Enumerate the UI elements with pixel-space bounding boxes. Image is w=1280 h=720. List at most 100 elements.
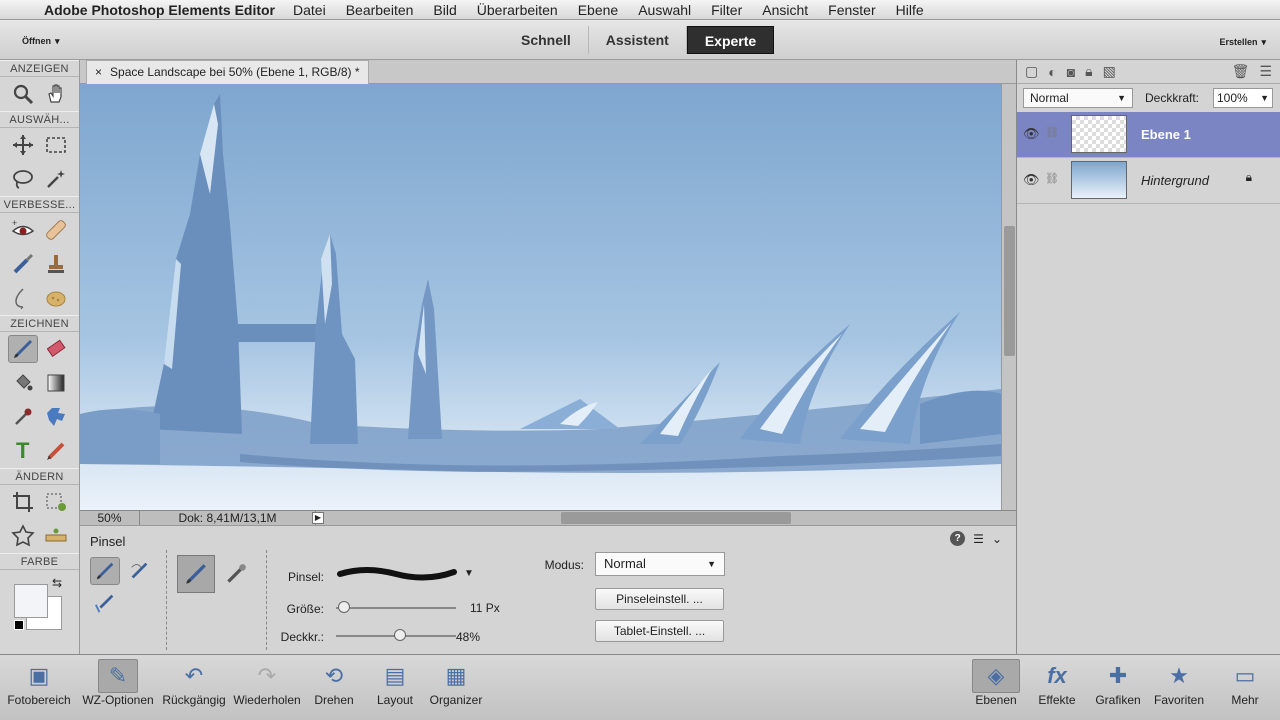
layout-button[interactable]: ▤ Layout — [368, 659, 422, 707]
app-name-menu[interactable]: Adobe Photoshop Elements Editor — [44, 2, 275, 18]
undo-icon: ↶ — [184, 663, 204, 688]
menu-bearbeiten[interactable]: Bearbeiten — [346, 2, 414, 18]
vertical-scrollbar[interactable] — [1001, 84, 1016, 510]
close-icon[interactable]: × — [95, 65, 102, 79]
eyedropper-icon[interactable] — [8, 403, 38, 431]
layer-row-ebene-1[interactable]: 👁︎ ⛓︎ Ebene 1 — [1017, 112, 1280, 158]
play-arrow-icon[interactable]: ▶ — [312, 512, 324, 524]
text-tool-icon[interactable]: T — [8, 437, 38, 465]
color-replacement-icon[interactable] — [90, 589, 120, 617]
tablet-settings-button[interactable]: Tablet-Einstell. ... — [595, 620, 724, 642]
mode-experte[interactable]: Experte — [686, 26, 775, 54]
straighten-tool-icon[interactable] — [41, 522, 71, 550]
section-anzeigen: ANZEIGEN — [0, 60, 79, 77]
eye-icon[interactable]: 👁︎ — [1023, 126, 1040, 142]
open-button[interactable]: Öffnen ▾ — [18, 31, 60, 47]
brush-subtool-icon[interactable] — [90, 557, 120, 585]
redo-button[interactable]: ↷ Wiederholen — [230, 659, 304, 707]
airbrush-on-icon[interactable] — [217, 555, 255, 593]
undo-button[interactable]: ↶ Rückgängig — [158, 659, 230, 707]
brush-preset-preview[interactable] — [336, 564, 458, 584]
layers-button[interactable]: ◈ Ebenen — [972, 659, 1020, 707]
menu-ebene[interactable]: Ebene — [578, 2, 618, 18]
impressionist-brush-icon[interactable] — [124, 557, 154, 585]
menu-datei[interactable]: Datei — [293, 2, 326, 18]
chevron-down-icon: ▼ — [1117, 93, 1126, 103]
section-zeichnen: ZEICHNEN — [0, 315, 79, 332]
graphics-button[interactable]: ✚ Grafiken — [1090, 659, 1146, 707]
new-layer-icon[interactable]: ▢ — [1025, 63, 1038, 80]
swap-colors-icon[interactable]: ⇆ — [52, 576, 62, 590]
menu-hilfe[interactable]: Hilfe — [896, 2, 924, 18]
link-icon[interactable]: ⛓︎ — [1045, 126, 1059, 139]
lock-transparent-icon[interactable]: ▧ — [1103, 63, 1116, 80]
panel-menu-icon[interactable]: ☰ — [1259, 63, 1272, 80]
menu-ueberarbeiten[interactable]: Überarbeiten — [477, 2, 558, 18]
recompose-tool-icon[interactable] — [41, 488, 71, 516]
horizontal-scroll-thumb[interactable] — [561, 512, 791, 524]
fx-icon: fx — [1047, 663, 1067, 688]
tool-options-button[interactable]: ✎ WZ-Optionen — [78, 659, 158, 707]
airbrush-off-icon[interactable] — [177, 555, 215, 593]
foreground-color-swatch[interactable] — [14, 584, 48, 618]
image-canvas[interactable] — [80, 84, 1001, 510]
size-slider[interactable] — [336, 607, 456, 609]
mode-assistent[interactable]: Assistent — [589, 26, 687, 54]
smart-brush-icon[interactable] — [8, 250, 38, 278]
layer-row-hintergrund[interactable]: 👁︎ ⛓︎ Hintergrund 🔒︎ — [1017, 158, 1280, 204]
menu-fenster[interactable]: Fenster — [828, 2, 875, 18]
collapse-icon[interactable]: ⌄ — [992, 532, 1002, 546]
panel-menu-icon[interactable]: ☰ — [973, 532, 984, 546]
paint-bucket-icon[interactable] — [8, 369, 38, 397]
menu-bild[interactable]: Bild — [433, 2, 456, 18]
brush-settings-button[interactable]: Pinseleinstell. ... — [595, 588, 724, 610]
link-icon[interactable]: ⛓︎ — [1045, 172, 1059, 185]
crop-tool-icon[interactable] — [8, 488, 38, 516]
blur-tool-icon[interactable] — [8, 284, 38, 312]
gradient-tool-icon[interactable] — [41, 369, 71, 397]
help-icon[interactable]: ? — [950, 531, 966, 546]
brush-tool-icon[interactable] — [7, 335, 38, 363]
healing-brush-icon[interactable] — [41, 216, 71, 244]
lasso-tool-icon[interactable] — [8, 165, 38, 193]
favorites-button[interactable]: ★ Favoriten — [1148, 659, 1210, 707]
pencil-tool-icon[interactable] — [41, 437, 71, 465]
layer-mask-icon[interactable]: ◙ — [1067, 64, 1075, 80]
chevron-down-icon[interactable]: ▼ — [464, 568, 474, 579]
trash-icon[interactable]: 🗑︎ — [1232, 63, 1250, 80]
eraser-tool-icon[interactable] — [41, 335, 71, 363]
default-colors-icon[interactable] — [14, 620, 24, 630]
size-slider-knob[interactable] — [338, 601, 351, 613]
zoom-tool-icon[interactable] — [8, 80, 38, 108]
document-tab[interactable]: × Space Landscape bei 50% (Ebene 1, RGB/8… — [86, 60, 369, 84]
adjustment-layer-icon[interactable]: ◐ — [1048, 64, 1056, 80]
custom-shape-icon[interactable] — [41, 403, 71, 431]
blend-mode-select[interactable]: Normal ▼ — [595, 552, 725, 576]
create-button[interactable]: Erstellen ▾ — [1215, 32, 1266, 48]
rotate-button[interactable]: ⟲ Drehen — [306, 659, 362, 707]
more-button[interactable]: ▭ Mehr — [1220, 659, 1270, 707]
photo-bin-button[interactable]: ▣ Fotobereich — [4, 659, 74, 707]
move-tool-icon[interactable] — [8, 131, 38, 159]
red-eye-tool-icon[interactable]: + — [8, 216, 38, 244]
magic-wand-tool-icon[interactable] — [41, 165, 71, 193]
divider — [266, 550, 267, 650]
mode-schnell[interactable]: Schnell — [504, 26, 589, 54]
effects-button[interactable]: fx Effekte — [1032, 659, 1082, 707]
eye-icon[interactable]: 👁︎ — [1023, 172, 1040, 188]
menu-auswahl[interactable]: Auswahl — [638, 2, 691, 18]
opacity-slider-knob[interactable] — [393, 629, 406, 641]
layer-opacity-field[interactable]: 100% ▼ — [1213, 88, 1273, 108]
cookie-cutter-icon[interactable] — [8, 522, 38, 550]
clone-stamp-icon[interactable] — [41, 250, 71, 278]
hand-tool-icon[interactable] — [41, 80, 71, 108]
marquee-tool-icon[interactable] — [41, 131, 71, 159]
zoom-level[interactable]: 50% — [80, 511, 140, 525]
layer-blend-select[interactable]: Normal ▼ — [1023, 88, 1133, 108]
organizer-button[interactable]: ▦ Organizer — [424, 659, 488, 707]
menu-ansicht[interactable]: Ansicht — [762, 2, 808, 18]
sponge-tool-icon[interactable] — [41, 284, 71, 312]
menu-filter[interactable]: Filter — [711, 2, 742, 18]
lock-icon[interactable]: 🔒︎ — [1085, 63, 1092, 80]
vertical-scroll-thumb[interactable] — [1004, 226, 1015, 356]
